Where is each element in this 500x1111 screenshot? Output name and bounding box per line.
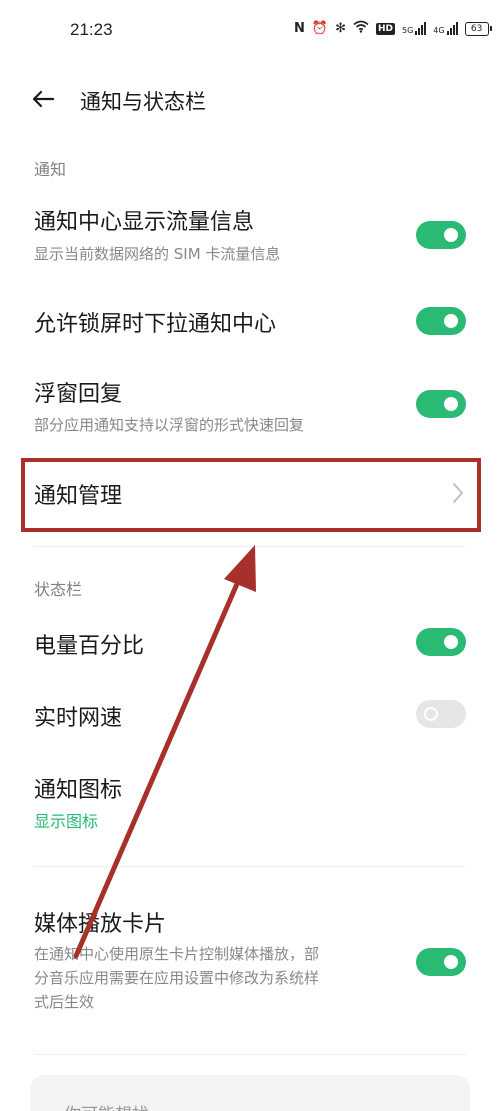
- annotation-arrow: [73, 545, 256, 959]
